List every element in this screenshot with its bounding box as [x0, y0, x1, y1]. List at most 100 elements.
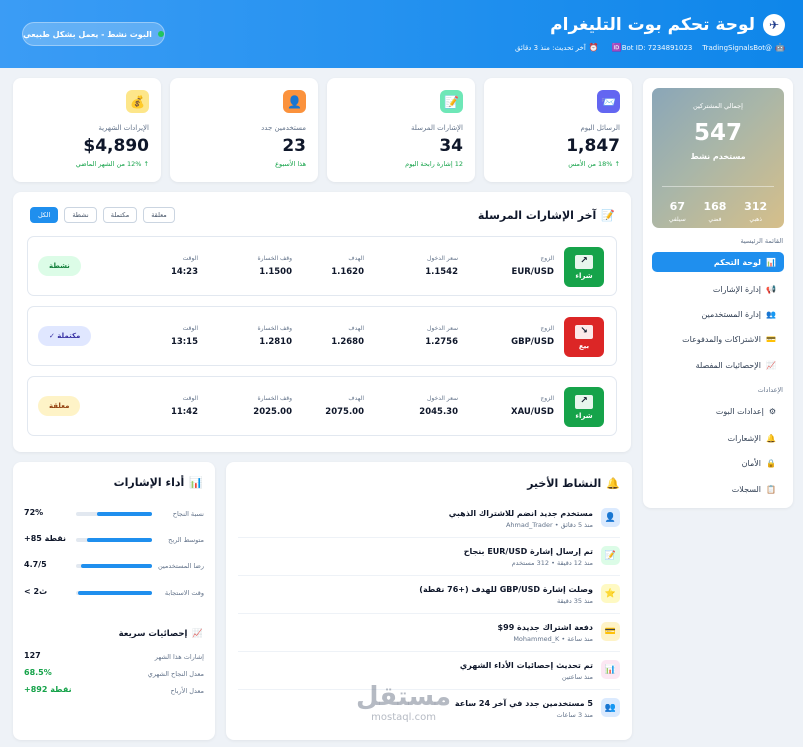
sidebar-item-signals[interactable]: 📢 إدارة الإشارات: [652, 279, 784, 299]
signal-status-badge: نشطة: [38, 256, 81, 276]
clock-icon: ⏰: [588, 43, 599, 52]
bell-icon: 🔔: [606, 477, 620, 490]
filter-active[interactable]: نشطة: [64, 207, 97, 223]
bot-status-text: البوت نشط - يعمل بشكل طبيعي: [23, 29, 152, 39]
signal-row[interactable]: ↗ شراء الزوج EUR/USD سعر الدخول 1.1542 الهد…: [27, 236, 617, 296]
signal-time: الوقت 13:15: [170, 325, 198, 347]
bell-icon: 🔔: [766, 433, 776, 443]
progress-fill: [80, 564, 152, 568]
quick-stat-row: إشارات هذا الشهر 127: [24, 651, 204, 661]
signal-entry: سعر الدخول 1.2756: [425, 325, 458, 347]
progress-fill: [87, 538, 152, 542]
trend-chart-icon: 📈: [766, 360, 776, 370]
gear-icon: ⚙: [768, 406, 776, 416]
sidebar-item-statistics[interactable]: 📈 الإحصائيات المفصلة: [652, 355, 784, 375]
sidebar-item-bot-settings[interactable]: ⚙ إعدادات البوت: [652, 401, 784, 421]
sidebar-item-logs[interactable]: 📋 السجلات: [652, 479, 784, 499]
subscribers-card: إجمالي المشتركين 547 مستخدم نشط 312 ذهبي …: [652, 88, 784, 228]
stat-change: 12 إشارة رابحة اليوم: [405, 160, 463, 168]
signal-type-badge: ↗ شراء: [564, 247, 604, 287]
signal-status-badge: مكتملة ✓: [38, 326, 92, 346]
stat-card-messages: 📨 الرسائل اليوم 1,847 ↑ 18% من الأمس: [484, 78, 632, 182]
sidebar-item-dashboard[interactable]: 📊 لوحة التحكم: [652, 252, 784, 272]
users-icon: 👥: [601, 698, 620, 717]
perf-row-profit: متوسط الربح +85 نقطة: [24, 534, 204, 544]
watermark-latin: mostaql.com: [371, 712, 436, 723]
bot-id-group: 🆔Bot ID: 7234891023: [609, 43, 693, 52]
activity-title-group: 🔔 النشاط الأخير: [527, 477, 620, 490]
sidebar-item-notifications[interactable]: 🔔 الإشعارات: [652, 428, 784, 448]
bot-id: Bot ID: 7234891023: [621, 44, 693, 52]
users-icon: 👥: [766, 309, 776, 319]
signals-title: آخر الإشارات المرسلة: [477, 209, 597, 222]
subscriber-tiers: 312 ذهبي 168 فضي 67 سيلفي: [652, 200, 784, 223]
activity-item[interactable]: 📝 تم إرسال إشارة EUR/USD بنجاح منذ 12 دقيق…: [238, 538, 620, 576]
quick-stat-row: معدل النجاح الشهري 68.5%: [24, 668, 204, 678]
memo-icon: 📝: [440, 90, 463, 113]
stat-change: ↑ 18% من الأمس: [568, 160, 620, 168]
sidebar-item-security[interactable]: 🔒 الأمان: [652, 453, 784, 473]
trend-chart-icon: 📈: [192, 629, 203, 639]
signal-pair: الزوج XAU/USD: [511, 395, 554, 417]
last-update: آخر تحديث: منذ 3 دقائق: [515, 44, 586, 52]
signal-status-badge: معلقة: [38, 396, 81, 416]
tier-silver: 168 فضي: [703, 200, 727, 223]
signal-stop: وقف الخسارة 1.2810: [257, 325, 292, 347]
megaphone-icon: 📢: [766, 284, 776, 294]
stat-card-new-users: 👤 مستخدمين جدد 23 هذا الأسبوع: [170, 78, 318, 182]
performance-panel: 📊 أداء الإشارات نسبة النجاح 72% متوسط الر…: [13, 462, 215, 740]
stat-label: الإيرادات الشهرية: [98, 124, 149, 132]
filter-pending[interactable]: معلقة: [143, 207, 175, 223]
sidebar-item-users[interactable]: 👥 إدارة المستخدمين: [652, 304, 784, 324]
sidebar: إجمالي المشتركين 547 مستخدم نشط 312 ذهبي …: [643, 78, 793, 508]
signal-entry: سعر الدخول 1.1542: [425, 255, 458, 277]
progress-fill: [77, 591, 152, 595]
stat-change: هذا الأسبوع: [275, 160, 306, 168]
robot-icon: 🤖: [775, 43, 785, 52]
tier-gold: 312 ذهبي: [744, 200, 768, 223]
signal-target: الهدف 2075.00: [325, 395, 364, 417]
signal-stop: وقف الخسارة 1.1500: [257, 255, 292, 277]
progress-track: [76, 564, 152, 568]
watermark-arabic: مستقل: [356, 682, 452, 712]
sidebar-item-subscriptions[interactable]: 💳 الاشتراكات والمدفوعات: [652, 329, 784, 349]
signal-type-badge: ↘ بيع: [564, 317, 604, 357]
signal-entry: سعر الدخول 2045.30: [419, 395, 458, 417]
signal-row[interactable]: ↘ بيع الزوج GBP/USD سعر الدخول 1.2756 الهدف…: [27, 306, 617, 366]
bot-status-pill[interactable]: البوت نشط - يعمل بشكل طبيعي: [22, 22, 165, 46]
progress-track: [76, 591, 152, 595]
filter-completed[interactable]: مكتملة: [102, 207, 138, 223]
filter-all[interactable]: الكل: [30, 207, 59, 223]
memo-icon: 📝: [601, 546, 620, 565]
activity-item[interactable]: 👤 مستخدم جديد انضم للاشتراك الذهبي منذ 5 د…: [238, 500, 620, 538]
activity-item[interactable]: ⭐ وصلت إشارة GBP/USD للهدف (+76 نقطة) منذ …: [238, 576, 620, 614]
header-title-group: ✈ لوحة تحكم بوت التليغرام: [550, 14, 785, 36]
subscribers-label: إجمالي المشتركين: [693, 102, 743, 110]
activity-item[interactable]: 💳 دفعة اشتراك جديدة 99$ منذ ساعة • Mohamme…: [238, 614, 620, 652]
clipboard-icon: 📋: [766, 484, 776, 494]
progress-fill: [97, 512, 152, 516]
quick-stat-row: معدل الأرباح +892 نقطة: [24, 685, 204, 695]
stat-value: 23: [282, 136, 306, 156]
signal-pair: الزوج EUR/USD: [511, 255, 554, 277]
quick-stats-title: إحصائيات سريعة: [118, 629, 188, 639]
page-title: لوحة تحكم بوت التليغرام: [550, 15, 755, 35]
signal-target: الهدف 1.1620: [331, 255, 364, 277]
signal-row[interactable]: ↗ شراء الزوج XAU/USD سعر الدخول 2045.30 اله…: [27, 376, 617, 436]
signal-pair: الزوج GBP/USD: [511, 325, 554, 347]
signals-panel: 📝 آخر الإشارات المرسلة الكل نشطة مكتملة …: [13, 192, 631, 452]
quick-stats-title-group: 📈 إحصائيات سريعة: [119, 629, 203, 639]
stat-label: مستخدمين جدد: [261, 124, 306, 132]
user-icon: 👤: [601, 508, 620, 527]
signal-target: الهدف 1.2680: [331, 325, 364, 347]
signal-type-badge: ↗ شراء: [564, 387, 604, 427]
perf-row-satisfaction: رضا المستخدمين 4.7/5: [24, 560, 204, 570]
stat-card-revenue: 💰 الإيرادات الشهرية $4,890 ↑ 12% من الشه…: [13, 78, 161, 182]
user-icon: 👤: [283, 90, 306, 113]
money-bag-icon: 💰: [126, 90, 149, 113]
sidebar-section-main: القائمة الرئيسية: [740, 237, 783, 245]
chart-icon: 📊: [766, 257, 776, 267]
stat-card-signals: 📝 الإشارات المرسلة 34 12 إشارة رابحة الي…: [327, 78, 475, 182]
messages-icon: 📨: [597, 90, 620, 113]
trend-up-icon: ↗: [575, 254, 593, 269]
